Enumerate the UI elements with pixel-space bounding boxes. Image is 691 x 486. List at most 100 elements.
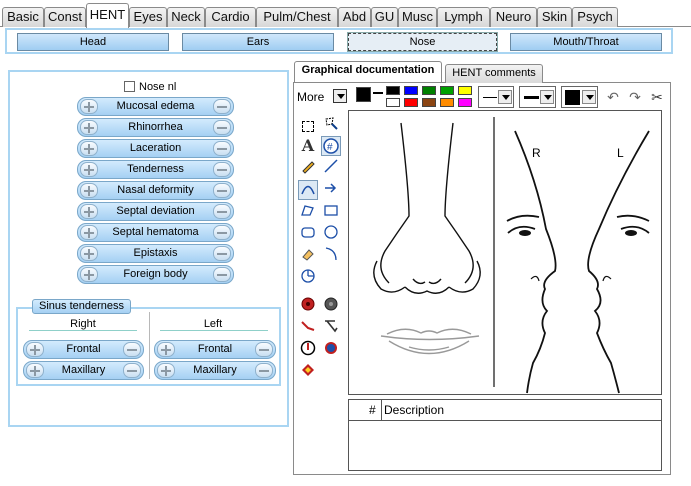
finding-rhinorrhea[interactable]: Rhinorrhea — [77, 118, 234, 137]
plus-icon[interactable] — [80, 246, 98, 261]
scissors-icon[interactable]: ✂ — [647, 87, 667, 107]
minus-icon[interactable] — [213, 225, 231, 240]
ellipse-icon[interactable] — [321, 224, 341, 244]
tab-cardio[interactable]: Cardio — [205, 7, 256, 27]
minus-icon[interactable] — [213, 141, 231, 156]
tab-pulm-chest[interactable]: Pulm/Chest — [256, 7, 338, 27]
sinus-right-maxillary[interactable]: Maxillary — [23, 361, 144, 380]
finding-mucosal-edema[interactable]: Mucosal edema — [77, 97, 234, 116]
tab-eyes[interactable]: Eyes — [129, 7, 167, 27]
tab-lymph[interactable]: Lymph — [437, 7, 490, 27]
select-icon[interactable] — [298, 115, 318, 135]
gray-stamp-icon[interactable] — [321, 296, 341, 316]
minus-icon[interactable] — [255, 342, 273, 357]
plus-icon[interactable] — [26, 342, 44, 357]
tab-psych[interactable]: Psych — [572, 7, 618, 27]
color-brown[interactable] — [422, 98, 436, 107]
red-stamp-icon[interactable] — [298, 296, 318, 316]
tab-graphical-documentation[interactable]: Graphical documentation — [294, 61, 442, 82]
curve-icon[interactable] — [321, 246, 341, 266]
finding-epistaxis[interactable]: Epistaxis — [77, 244, 234, 263]
minus-icon[interactable] — [213, 99, 231, 114]
pie-icon[interactable] — [298, 268, 318, 288]
subtab-nose[interactable]: Nose — [347, 32, 498, 52]
color-green[interactable] — [422, 86, 436, 95]
color-blue[interactable] — [404, 86, 418, 95]
line-icon[interactable] — [321, 158, 341, 178]
tab-neuro[interactable]: Neuro — [490, 7, 537, 27]
red-line-icon[interactable] — [298, 318, 318, 338]
plus-icon[interactable] — [80, 141, 98, 156]
minus-icon[interactable] — [213, 246, 231, 261]
finding-septal-deviation[interactable]: Septal deviation — [77, 202, 234, 221]
minus-icon[interactable] — [213, 120, 231, 135]
line-style-dropdown[interactable] — [478, 86, 514, 108]
plus-icon[interactable] — [80, 120, 98, 135]
tab-hent-comments[interactable]: HENT comments — [445, 64, 543, 83]
color-white[interactable] — [386, 98, 400, 107]
tab-neck[interactable]: Neck — [167, 7, 205, 27]
sinus-right-frontal[interactable]: Frontal — [23, 340, 144, 359]
rounded-rect-icon[interactable] — [298, 224, 318, 244]
rectangle-icon[interactable] — [321, 202, 341, 222]
arrow-icon[interactable] — [321, 180, 341, 200]
yellow-shape-icon[interactable] — [298, 362, 318, 382]
plus-icon[interactable] — [80, 225, 98, 240]
tab-gu[interactable]: GU — [371, 7, 398, 27]
plus-icon[interactable] — [80, 162, 98, 177]
lasso-icon[interactable] — [321, 115, 341, 135]
clock-icon[interactable] — [298, 340, 318, 360]
polygon-icon[interactable] — [298, 202, 318, 222]
subtab-mouth-throat[interactable]: Mouth/Throat — [510, 33, 662, 51]
minus-icon[interactable] — [213, 267, 231, 282]
subtab-head[interactable]: Head — [17, 33, 169, 51]
plus-icon[interactable] — [80, 183, 98, 198]
minus-icon[interactable] — [123, 363, 141, 378]
plus-icon[interactable] — [26, 363, 44, 378]
color-yellow[interactable] — [458, 86, 472, 95]
tab-abd[interactable]: Abd — [338, 7, 371, 27]
subtab-ears[interactable]: Ears — [182, 33, 334, 51]
sinus-left-frontal[interactable]: Frontal — [154, 340, 276, 359]
plus-icon[interactable] — [157, 363, 175, 378]
finding-nasal-deformity[interactable]: Nasal deformity — [77, 181, 234, 200]
plus-icon[interactable] — [80, 204, 98, 219]
plus-icon[interactable] — [80, 267, 98, 282]
finding-tenderness[interactable]: Tenderness — [77, 160, 234, 179]
eraser-icon[interactable] — [298, 246, 318, 266]
plus-icon[interactable] — [157, 342, 175, 357]
finding-foreign-body[interactable]: Foreign body — [77, 265, 234, 284]
current-color-swatch[interactable] — [356, 87, 371, 102]
finding-laceration[interactable]: Laceration — [77, 139, 234, 158]
tab-hent[interactable]: HENT — [86, 3, 129, 28]
drawing-canvas[interactable]: R L — [348, 110, 662, 395]
minus-icon[interactable] — [213, 162, 231, 177]
line-width-dropdown[interactable] — [519, 86, 556, 108]
undo-icon[interactable]: ↶ — [603, 87, 623, 107]
gray-line-icon[interactable] — [321, 318, 341, 338]
redo-icon[interactable]: ↷ — [625, 87, 645, 107]
arc-icon[interactable] — [298, 180, 318, 200]
minus-icon[interactable] — [123, 342, 141, 357]
tab-skin[interactable]: Skin — [537, 7, 572, 27]
number-icon[interactable]: # — [321, 136, 341, 156]
tab-basic[interactable]: Basic — [2, 7, 44, 27]
blue-shape-icon[interactable] — [321, 340, 341, 360]
finding-septal-hematoma[interactable]: Septal hematoma — [77, 223, 234, 242]
checkbox-icon[interactable] — [124, 81, 135, 92]
color-magenta[interactable] — [458, 98, 472, 107]
fill-color-dropdown[interactable] — [561, 86, 598, 108]
minus-icon[interactable] — [213, 183, 231, 198]
nose-normal-checkbox[interactable]: Nose nl — [124, 81, 176, 93]
color-red[interactable] — [404, 98, 418, 107]
tab-musc[interactable]: Musc — [398, 7, 437, 27]
pencil-icon[interactable] — [298, 158, 318, 178]
minus-icon[interactable] — [255, 363, 273, 378]
color-green-2[interactable] — [440, 86, 454, 95]
tab-const[interactable]: Const — [44, 7, 86, 27]
color-black[interactable] — [386, 86, 400, 95]
sinus-left-maxillary[interactable]: Maxillary — [154, 361, 276, 380]
minus-icon[interactable] — [213, 204, 231, 219]
color-orange[interactable] — [440, 98, 454, 107]
text-icon[interactable]: A — [298, 136, 318, 156]
